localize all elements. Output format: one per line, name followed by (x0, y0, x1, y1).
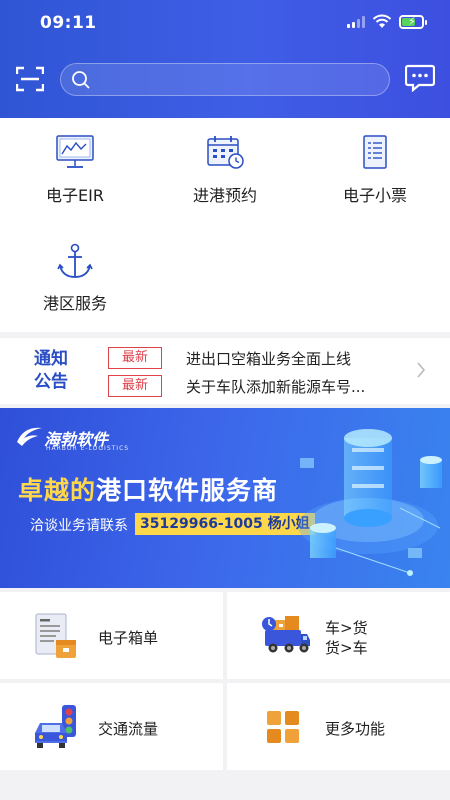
quick-item-label: 电子小票 (342, 186, 407, 205)
contact-label: 洽谈业务请联系 (30, 518, 128, 534)
scan-icon[interactable] (16, 66, 44, 92)
notice-board[interactable]: 通知 公告 最新 进出口空箱业务全面上线 最新 关于车队添加新能源车号... (0, 338, 450, 404)
receipt-icon (363, 135, 387, 169)
chevron-right-icon[interactable] (416, 361, 426, 379)
traffic-light-car-icon (35, 705, 76, 748)
feature-e-box-list[interactable]: 电子箱单 (0, 592, 223, 679)
promo-banner[interactable]: 海勃软件 HARBOR E-LOGISTICS 卓越的港口软件服务商 洽谈业务请… (0, 408, 450, 588)
signal-icon (347, 16, 365, 28)
feature-label: 车>货 货>车 (325, 619, 368, 657)
feature-label: 更多功能 (325, 720, 386, 738)
feature-label: 电子箱单 (98, 629, 159, 647)
quick-menu: 电子EIR 进港预约 电子小票 港区服务 (0, 118, 450, 332)
feature-traffic-flow[interactable]: 交通流量 (0, 683, 223, 770)
quick-item-label: 电子EIR (46, 186, 104, 205)
quick-item-eir[interactable]: 电子EIR (0, 118, 150, 218)
anchor-icon (57, 243, 93, 278)
bottom-spacer (0, 772, 450, 800)
new-badge: 最新 (108, 347, 162, 369)
feature-more[interactable]: 更多功能 (227, 683, 450, 770)
feature-grid: 电子箱单 车>货 货>车 交通流量 更多功能 (0, 592, 450, 770)
search-input[interactable] (101, 70, 381, 90)
document-box-icon (35, 613, 76, 658)
battery-icon: ⚡ (399, 15, 427, 29)
status-bar: 09:11 ⚡ (0, 0, 450, 50)
isometric-platform-illustration (298, 429, 442, 576)
quick-item-booking[interactable]: 进港预约 (150, 118, 300, 218)
banner-slogan: 卓越的港口软件服务商 (18, 476, 279, 505)
wifi-icon (372, 14, 392, 28)
calendar-clock-icon (207, 136, 244, 169)
quick-item-label: 港区服务 (42, 294, 107, 313)
company-logo-icon (17, 427, 42, 446)
monitor-chart-icon (56, 135, 94, 168)
app-header: 09:11 ⚡ (0, 0, 450, 118)
grid-more-icon (267, 711, 299, 743)
quick-item-port-service[interactable]: 港区服务 (0, 226, 150, 326)
feature-truck-cargo[interactable]: 车>货 货>车 (227, 592, 450, 679)
search-bar[interactable] (60, 63, 390, 96)
logo-subtext: HARBOR E-LOGISTICS (46, 445, 130, 452)
feature-label: 交通流量 (98, 720, 159, 738)
truck-cargo-icon (262, 616, 310, 653)
notice-title: 通知 公告 (34, 349, 68, 392)
notice-text: 关于车队添加新能源车号... (186, 378, 366, 396)
message-icon[interactable] (405, 64, 435, 92)
new-badge: 最新 (108, 375, 162, 397)
notice-text: 进出口空箱业务全面上线 (186, 350, 352, 368)
quick-item-label: 进港预约 (192, 186, 257, 205)
status-time: 09:11 (40, 13, 97, 33)
search-icon (72, 71, 90, 89)
quick-item-receipt[interactable]: 电子小票 (300, 118, 450, 218)
